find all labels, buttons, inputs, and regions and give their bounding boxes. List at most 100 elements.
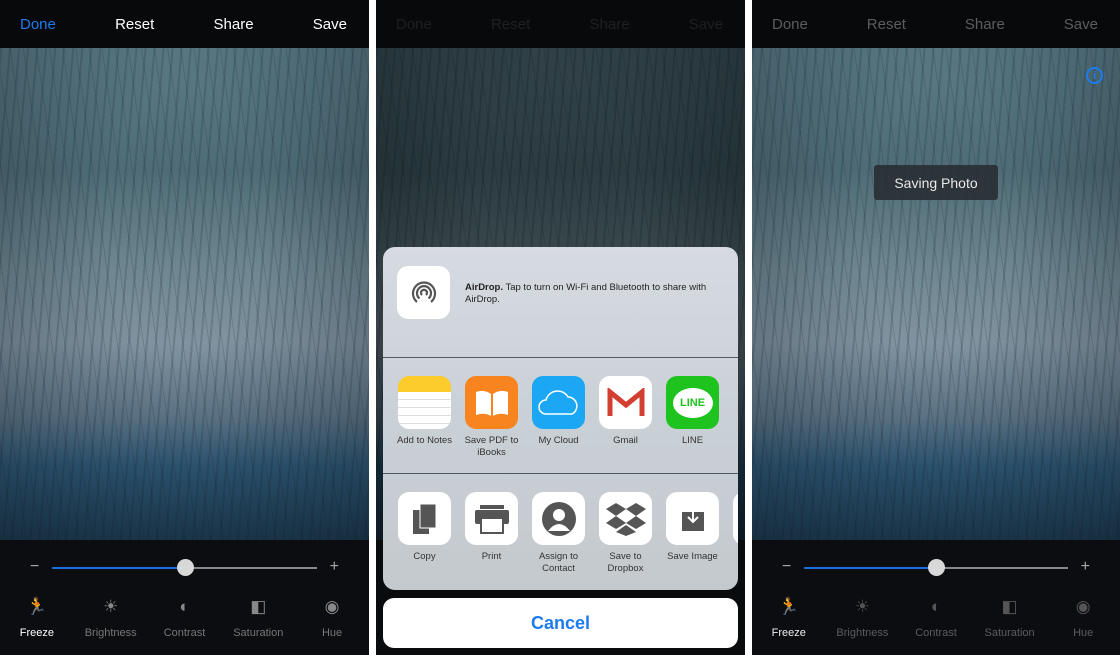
actions-row[interactable]: Copy Print Assign to Contact Save to Dropbo… [383, 474, 738, 590]
share-gmail[interactable]: Gmail [592, 376, 659, 473]
hue-icon: ◉ [324, 597, 340, 616]
editor-panel-1: Done Reset Share Save − + 🏃 Freeze ☀ Brightness ◐ C… [0, 0, 369, 655]
done-button[interactable]: Done [772, 16, 808, 33]
partial-icon[interactable] [733, 492, 738, 545]
top-bar: Done Reset Share Save [752, 0, 1120, 48]
tool-label: Hue [321, 627, 343, 639]
save-image-icon[interactable] [666, 492, 719, 545]
contrast-icon: ◐ [930, 597, 942, 616]
share-contact[interactable]: Assign to Contact [525, 492, 592, 590]
tool-label: Contrast [915, 627, 957, 639]
slider-fill [52, 567, 185, 569]
save-button[interactable]: Save [1064, 16, 1098, 33]
tool-label: Brightness [84, 627, 137, 639]
slider-minus[interactable]: − [782, 558, 791, 576]
tool-label: Saturation [984, 627, 1035, 639]
top-bar: Done Reset Share Save [376, 0, 745, 48]
share-print[interactable]: Print [458, 492, 525, 590]
airdrop-row[interactable]: AirDrop. Tap to turn on Wi-Fi and Blueto… [383, 247, 738, 358]
share-label: Save to Dropbox [607, 551, 644, 574]
tool-saturation[interactable]: ◧ Saturation [975, 596, 1045, 639]
editor-panel-3: Done Reset Share Save − + 🏃 Freeze ☀ Brightness ◐ C… [752, 0, 1120, 655]
gmail-icon[interactable] [599, 376, 652, 429]
share-partial[interactable]: iC [726, 492, 738, 590]
slider-track[interactable] [52, 559, 317, 576]
reset-button[interactable]: Reset [867, 16, 906, 33]
tool-contrast[interactable]: ◐ Contrast [901, 596, 971, 639]
reset-button[interactable]: Reset [115, 16, 154, 33]
tool-contrast[interactable]: ◐ Contrast [149, 596, 219, 639]
share-label: LINE [681, 435, 704, 446]
ibooks-icon[interactable] [465, 376, 518, 429]
adjust-toolbar: − + 🏃 Freeze ☀ Brightness ◐ Contrast ◧ Saturation… [752, 540, 1120, 655]
photo [0, 48, 369, 540]
slider-plus[interactable]: + [330, 558, 339, 576]
share-label: Assign to Contact [538, 551, 579, 574]
share-button[interactable]: Share [590, 16, 630, 33]
saturation-icon: ◧ [250, 597, 267, 616]
airdrop-icon[interactable] [397, 266, 450, 319]
tool-label: Brightness [836, 627, 889, 639]
share-dropbox[interactable]: Save to Dropbox [592, 492, 659, 590]
contrast-icon: ◐ [179, 597, 190, 616]
share-label: Gmail [613, 435, 638, 446]
apps-row[interactable]: Add to Notes Save PDF to iBooks My Cloud Gm… [383, 358, 738, 474]
tool-saturation[interactable]: ◧ Saturation [223, 596, 293, 639]
share-line[interactable]: LINE LINE [659, 376, 726, 473]
top-bar: Done Reset Share Save [0, 0, 369, 48]
share-sheet: AirDrop. Tap to turn on Wi-Fi and Blueto… [383, 247, 738, 590]
notes-icon[interactable] [398, 376, 451, 429]
tool-hue[interactable]: ◉ Hue [297, 596, 367, 639]
airdrop-text: AirDrop. Tap to turn on Wi-Fi and Blueto… [465, 282, 724, 306]
tool-brightness[interactable]: ☀ Brightness [76, 596, 146, 639]
print-icon[interactable] [465, 492, 518, 545]
share-ibooks[interactable]: Save PDF to iBooks [458, 376, 525, 473]
airdrop-title: AirDrop. [465, 282, 503, 293]
copy-icon[interactable] [398, 492, 451, 545]
share-copy[interactable]: Copy [391, 492, 458, 590]
save-button[interactable]: Save [313, 16, 347, 33]
slider-knob[interactable] [928, 559, 945, 576]
hue-icon: ◉ [1075, 597, 1091, 616]
tool-brightness[interactable]: ☀ Brightness [827, 596, 897, 639]
tool-hue[interactable]: ◉ Hue [1048, 596, 1118, 639]
slider-minus[interactable]: − [30, 558, 39, 576]
share-label: Save PDF to iBooks [464, 435, 519, 458]
share-cloud[interactable]: My Cloud [525, 376, 592, 473]
reset-button[interactable]: Reset [491, 16, 530, 33]
tool-label: Hue [1073, 627, 1094, 639]
done-button[interactable]: Done [20, 16, 56, 33]
line-text: LINE [672, 387, 713, 418]
running-figure-icon: 🏃 [778, 597, 800, 616]
running-figure-icon: 🏃 [26, 597, 48, 616]
share-label: Print [481, 551, 502, 562]
cloud-icon[interactable] [532, 376, 585, 429]
share-label: My Cloud [538, 435, 579, 446]
tool-tabs: 🏃 Freeze ☀ Brightness ◐ Contrast ◧ Saturation ◉ H… [0, 596, 369, 639]
slider-track[interactable] [804, 559, 1068, 576]
tool-freeze[interactable]: 🏃 Freeze [754, 596, 824, 639]
share-label: Copy [413, 551, 436, 562]
share-notes[interactable]: Add to Notes [391, 376, 458, 473]
slider-knob[interactable] [176, 559, 194, 576]
slider-fill [804, 567, 936, 569]
share-button[interactable]: Share [214, 16, 254, 33]
share-save-image[interactable]: Save Image [659, 492, 726, 590]
dropbox-icon[interactable] [599, 492, 652, 545]
saving-toast: Saving Photo [874, 165, 998, 200]
save-button[interactable]: Save [689, 16, 723, 33]
sun-icon: ☀ [103, 597, 119, 616]
share-button[interactable]: Share [965, 16, 1005, 33]
tool-tabs: 🏃 Freeze ☀ Brightness ◐ Contrast ◧ Saturation ◉ H… [752, 596, 1120, 639]
photo [752, 48, 1120, 540]
tool-label: Saturation [233, 627, 284, 639]
slider-plus[interactable]: + [1081, 558, 1090, 576]
line-icon[interactable]: LINE [666, 376, 719, 429]
cancel-button[interactable]: Cancel [383, 598, 738, 648]
contact-icon[interactable] [532, 492, 585, 545]
done-button[interactable]: Done [396, 16, 432, 33]
tool-label: Freeze [19, 627, 55, 639]
tool-freeze[interactable]: 🏃 Freeze [2, 596, 72, 639]
saturation-icon: ◧ [1001, 597, 1018, 616]
info-icon[interactable]: i [1086, 67, 1103, 84]
